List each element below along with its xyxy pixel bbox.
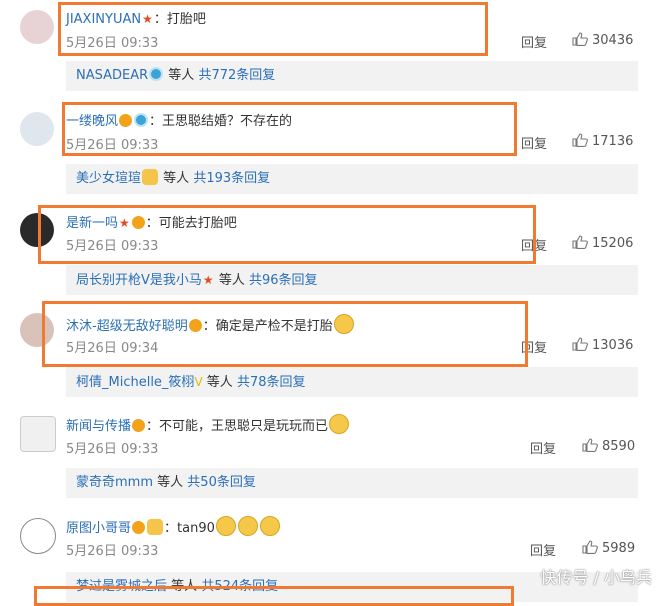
highlight-frame [34,586,514,606]
cat-badge-icon [147,519,164,535]
like-count: 8590 [602,439,636,454]
reply-etc: 等人 [206,375,233,390]
reply-summary[interactable]: 局长别开枪V是我小马★ 等人 共96条回复 [66,265,638,295]
thumbs-up-icon [582,438,598,452]
like-count: 17136 [592,134,634,149]
thumbs-up-icon [572,133,588,147]
reply-summary[interactable]: 蒙奇奇mmm 等人 共50条回复 [66,468,638,498]
grin-emoji-icon [237,516,258,536]
like-count: 30436 [592,33,634,48]
watermark: 快传号 / 小鸟兵 [540,568,652,587]
like-count: 13036 [592,338,634,353]
username[interactable]: 新闻与传播 [66,419,131,434]
reply-username[interactable]: NASADEAR [76,68,148,83]
crown-badge-icon [132,419,146,432]
reply-count-link[interactable]: 共50条回复 [187,475,256,490]
thumbs-up-icon [572,337,588,351]
grin-emoji-icon [215,516,236,536]
reply-username[interactable]: 柯倩_Michelle_筱栩 [76,375,194,390]
user-avatar[interactable] [20,10,54,44]
v-badge-icon: V [194,375,203,389]
grin-emoji-icon [259,516,280,536]
thumbs-up-icon [572,32,588,46]
highlight-frame [62,102,517,156]
like-count: 5989 [602,541,636,556]
highlight-frame [38,205,536,264]
like-button[interactable]: 30436 [572,32,633,48]
like-button[interactable]: 13036 [572,337,633,353]
reply-username[interactable]: 美少女瑄瑄 [76,171,141,186]
reply-count-link[interactable]: 共96条回复 [249,273,318,288]
like-button[interactable]: 15206 [572,235,633,251]
reply-etc: 等人 [163,171,190,186]
reply-etc: 等人 [168,68,195,83]
reply-etc: 等人 [157,475,184,490]
like-button[interactable]: 17136 [572,133,633,149]
comment-text: 不可能，王思聪只是玩玩而已 [159,419,329,434]
reply-summary[interactable]: 柯倩_Michelle_筱栩V 等人 共78条回复 [66,367,638,397]
reply-username[interactable]: 局长别开枪V是我小马 [76,273,202,288]
reply-etc: 等人 [218,273,245,288]
reply-summary[interactable]: 美少女瑄瑄 等人 共193条回复 [66,164,638,194]
like-button[interactable]: 5989 [582,540,635,556]
highlight-frame [42,301,528,367]
like-button[interactable]: 8590 [582,438,635,454]
thumbs-up-icon [582,540,598,554]
reply-count-link[interactable]: 共193条回复 [193,171,270,186]
user-avatar[interactable] [20,416,56,452]
user-avatar[interactable] [20,112,54,146]
reply-button[interactable]: 回复 [530,438,556,457]
highlight-frame [58,2,488,56]
comment-time: 5月26日 09:33 [66,544,159,559]
like-count: 15206 [592,236,634,251]
reply-count-link[interactable]: 共772条回复 [198,68,275,83]
reply-button[interactable]: 回复 [521,133,547,152]
crown-badge-icon [132,521,146,534]
reply-button[interactable]: 回复 [530,540,556,559]
reply-username[interactable]: 蒙奇奇mmm [76,475,153,490]
thumbs-up-icon [572,235,588,249]
comment-text: tan90 [177,521,215,536]
cat-emoji-icon [329,414,350,434]
eye-badge-icon [149,67,164,81]
user-avatar[interactable] [20,518,56,554]
username[interactable]: 原图小哥哥 [66,521,131,536]
reply-button[interactable]: 回复 [521,32,547,51]
reply-count-link[interactable]: 共78条回复 [237,375,306,390]
cat-emoji-icon [142,169,159,185]
reply-summary[interactable]: NASADEAR 等人 共772条回复 [66,61,638,91]
comment-time: 5月26日 09:33 [66,442,159,457]
star-badge-icon: ★ [202,273,214,287]
